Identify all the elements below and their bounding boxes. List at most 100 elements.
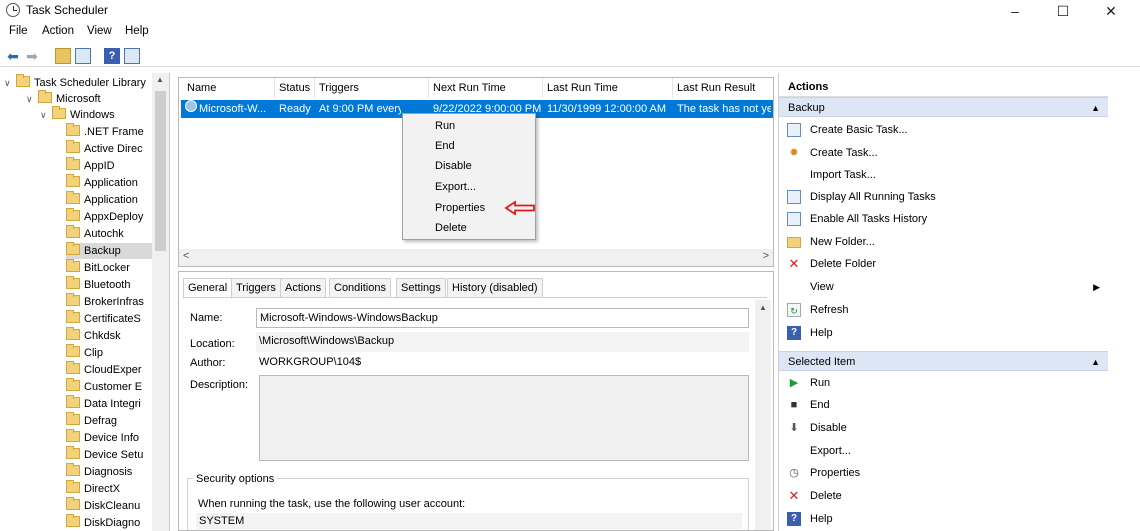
tree-item[interactable]: DiskCleanu	[66, 497, 152, 514]
folder-up-icon[interactable]	[55, 48, 71, 64]
tree-item[interactable]: Chkdsk	[66, 327, 152, 344]
tree-item[interactable]: Device Info	[66, 429, 152, 446]
minimize-button[interactable]: –	[992, 0, 1038, 22]
tree-item[interactable]: AppxDeploy	[66, 208, 152, 225]
menu-action[interactable]: Action	[42, 25, 74, 37]
action-delete-folder[interactable]: ✕ Delete Folder	[779, 253, 1108, 275]
tree-item[interactable]: Application	[66, 174, 152, 191]
tree-item-task-scheduler-library[interactable]: ∨ Task Scheduler Library	[4, 74, 146, 91]
action-create-task[interactable]: ✹ Create Task...	[779, 142, 1108, 164]
folder-icon	[66, 395, 80, 408]
tab-conditions[interactable]: Conditions	[329, 278, 391, 298]
context-menu-end[interactable]: End	[435, 137, 455, 155]
menu-file[interactable]: File	[9, 25, 28, 37]
column-header-last-run-result[interactable]: Last Run Result	[673, 78, 773, 98]
tree-item[interactable]: Defrag	[66, 412, 152, 429]
tree-item[interactable]: BrokerInfras	[66, 293, 152, 310]
menu-help[interactable]: Help	[125, 25, 149, 37]
navigation-tree[interactable]: ∨ Task Scheduler Library ∨ Microsoft ∨ Wind…	[0, 73, 170, 531]
column-header-triggers[interactable]: Triggers	[315, 78, 429, 98]
tree-item[interactable]: Clip	[66, 344, 152, 361]
action-create-basic-task[interactable]: Create Basic Task...	[779, 119, 1108, 141]
tree-item[interactable]: DirectX	[66, 480, 152, 497]
column-header-last-run-time[interactable]: Last Run Time	[543, 78, 673, 98]
action-display-running-tasks[interactable]: Display All Running Tasks	[779, 186, 1108, 208]
action-refresh[interactable]: ↻ Refresh	[779, 299, 1108, 321]
tree-item[interactable]: DiskDiagno	[66, 514, 152, 531]
tree-item[interactable]: Application	[66, 191, 152, 208]
action-properties[interactable]: ◷ Properties	[779, 462, 1108, 484]
column-header-name[interactable]: Name	[183, 78, 275, 98]
description-label: Description:	[190, 379, 249, 391]
action-disable[interactable]: ⬇ Disable	[779, 417, 1108, 439]
tab-actions[interactable]: Actions	[280, 278, 327, 298]
tree-item[interactable]: AppID	[66, 157, 152, 174]
chevron-down-icon[interactable]: ∨	[40, 107, 50, 123]
location-field[interactable]: \Microsoft\Windows\Backup	[256, 332, 749, 352]
action-import-task[interactable]: Import Task...	[779, 164, 1108, 186]
context-menu: Run End Disable Export... Properties Del…	[402, 113, 536, 240]
tree-item[interactable]: Autochk	[66, 225, 152, 242]
tree-item[interactable]: Customer E	[66, 378, 152, 395]
scrollbar-thumb[interactable]	[155, 91, 166, 251]
back-arrow-icon[interactable]: ⬅	[5, 48, 21, 64]
tree-item[interactable]: BitLocker	[66, 259, 152, 276]
tree-item[interactable]: Active Direc	[66, 140, 152, 157]
tree-item[interactable]: Device Setu	[66, 446, 152, 463]
tab-settings[interactable]: Settings	[396, 278, 446, 298]
tree-item[interactable]: .NET Frame	[66, 123, 152, 140]
action-view[interactable]: View ▶	[779, 276, 1108, 298]
collapse-icon[interactable]: ▲	[1091, 352, 1100, 372]
maximize-button[interactable]: ☐	[1040, 0, 1086, 22]
context-menu-properties[interactable]: Properties	[435, 199, 485, 217]
action-help-selected[interactable]: ? Help	[779, 508, 1108, 530]
tree-item[interactable]: Data Integri	[66, 395, 152, 412]
section-header-backup[interactable]: Backup ▲	[779, 97, 1108, 117]
tree-scrollbar[interactable]: ▲	[152, 73, 169, 531]
action-run[interactable]: ▶ Run	[779, 372, 1108, 394]
tree-item[interactable]: CertificateS	[66, 310, 152, 327]
context-menu-disable[interactable]: Disable	[435, 157, 472, 175]
menu-view[interactable]: View	[87, 25, 112, 37]
chevron-down-icon[interactable]: ∨	[4, 75, 14, 91]
action-end[interactable]: ■ End	[779, 394, 1108, 416]
action-export[interactable]: Export...	[779, 440, 1108, 462]
section-header-selected-item[interactable]: Selected Item ▲	[779, 351, 1108, 371]
chevron-down-icon[interactable]: ∨	[26, 91, 36, 107]
action-delete[interactable]: ✕ Delete	[779, 485, 1108, 507]
tree-item-microsoft[interactable]: ∨ Microsoft	[26, 90, 101, 107]
scroll-left-icon[interactable]: <	[183, 250, 189, 262]
tree-item[interactable]: CloudExper	[66, 361, 152, 378]
tab-history[interactable]: History (disabled)	[447, 278, 543, 298]
tree-item[interactable]: Bluetooth	[66, 276, 152, 293]
context-menu-export[interactable]: Export...	[435, 178, 476, 196]
scroll-right-icon[interactable]: >	[763, 250, 769, 262]
show-pane-icon[interactable]	[75, 48, 91, 64]
action-enable-tasks-history[interactable]: Enable All Tasks History	[779, 208, 1108, 230]
details-scrollbar[interactable]: ▲	[755, 300, 771, 530]
column-header-next-run-time[interactable]: Next Run Time	[429, 78, 543, 98]
author-field[interactable]: WORKGROUP\104$	[256, 353, 749, 373]
scroll-up-icon[interactable]: ▲	[759, 303, 767, 312]
action-help[interactable]: ? Help	[779, 322, 1108, 344]
name-field[interactable]: Microsoft-Windows-WindowsBackup	[256, 308, 749, 328]
tree-item-windows[interactable]: ∨ Windows	[40, 106, 115, 123]
end-icon: ■	[790, 399, 798, 411]
collapse-icon[interactable]: ▲	[1091, 98, 1100, 118]
context-menu-delete[interactable]: Delete	[435, 219, 467, 237]
context-menu-run[interactable]: Run	[435, 117, 455, 135]
tab-triggers[interactable]: Triggers	[231, 278, 281, 298]
user-account-field[interactable]: SYSTEM	[196, 513, 742, 529]
tab-general[interactable]: General	[183, 278, 233, 299]
close-button[interactable]: ✕	[1088, 0, 1134, 22]
description-field[interactable]	[259, 375, 749, 461]
tree-item-backup[interactable]: Backup	[66, 242, 152, 259]
scroll-up-icon[interactable]: ▲	[156, 75, 164, 84]
column-header-status[interactable]: Status	[275, 78, 315, 98]
forward-arrow-icon[interactable]: ➡	[24, 48, 40, 64]
tree-item[interactable]: Diagnosis	[66, 463, 152, 480]
task-list-horizontal-scrollbar[interactable]: < >	[179, 249, 773, 266]
action-new-folder[interactable]: New Folder...	[779, 231, 1108, 253]
action-pane-icon[interactable]	[124, 48, 140, 64]
help-icon[interactable]: ?	[104, 48, 120, 64]
